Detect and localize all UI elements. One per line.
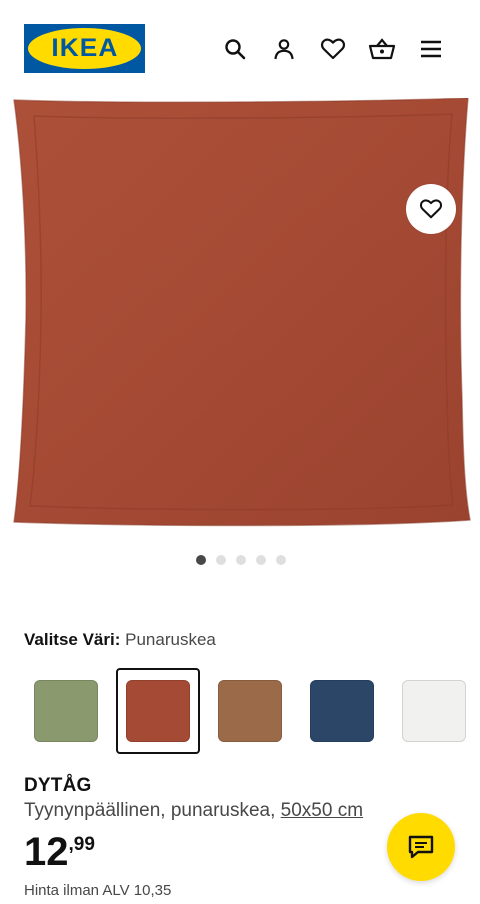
- swatch-pillow-thumbnail: [310, 680, 374, 742]
- image-carousel-dots: [196, 555, 286, 565]
- product-type-text: Tyynynpäällinen, punaruskea,: [24, 800, 276, 821]
- search-icon[interactable]: [221, 35, 249, 63]
- color-label-title: Valitse Väri:: [24, 630, 121, 649]
- carousel-dot[interactable]: [276, 555, 286, 565]
- pillow-image: [13, 98, 471, 527]
- chat-icon: [408, 835, 434, 859]
- swatch-pillow-thumbnail: [218, 680, 282, 742]
- color-swatch-red-brown[interactable]: [116, 668, 200, 754]
- top-header: IKEA: [0, 0, 480, 98]
- user-icon[interactable]: [270, 35, 298, 63]
- logo-text: IKEA: [51, 34, 118, 62]
- heart-icon[interactable]: [319, 35, 347, 63]
- heart-icon: [419, 199, 443, 219]
- color-swatch-white[interactable]: [392, 668, 476, 754]
- menu-icon[interactable]: [417, 35, 445, 63]
- cart-icon[interactable]: [368, 35, 396, 63]
- swatch-pillow-thumbnail: [126, 680, 190, 742]
- swatch-pillow-thumbnail: [34, 680, 98, 742]
- chat-button[interactable]: [387, 813, 455, 881]
- carousel-dot[interactable]: [236, 555, 246, 565]
- carousel-dot[interactable]: [196, 555, 206, 565]
- color-swatch-blue[interactable]: [300, 668, 384, 754]
- logo-oval: IKEA: [28, 28, 141, 69]
- product-name: DYTÅG: [24, 775, 92, 796]
- color-swatch-brown[interactable]: [208, 668, 292, 754]
- product-image[interactable]: [0, 98, 480, 538]
- swatch-pillow-thumbnail: [402, 680, 466, 742]
- price-decimal: ,99: [68, 834, 95, 855]
- color-swatches: [24, 668, 476, 754]
- selected-color-name: Punaruskea: [125, 630, 216, 649]
- ikea-logo[interactable]: IKEA: [24, 24, 145, 73]
- product-description: Tyynynpäällinen, punaruskea, 50x50 cm: [24, 800, 363, 822]
- color-swatch-green[interactable]: [24, 668, 108, 754]
- carousel-dot[interactable]: [216, 555, 226, 565]
- price-without-vat: Hinta ilman ALV 10,35: [24, 882, 172, 899]
- color-selector-label: Valitse Väri: Punaruskea: [24, 630, 216, 650]
- price-integer: 12: [24, 830, 69, 874]
- carousel-dot[interactable]: [256, 555, 266, 565]
- add-to-favourites-button[interactable]: [406, 184, 456, 234]
- product-price: 12,99: [24, 832, 95, 872]
- product-size-link[interactable]: 50x50 cm: [281, 800, 363, 821]
